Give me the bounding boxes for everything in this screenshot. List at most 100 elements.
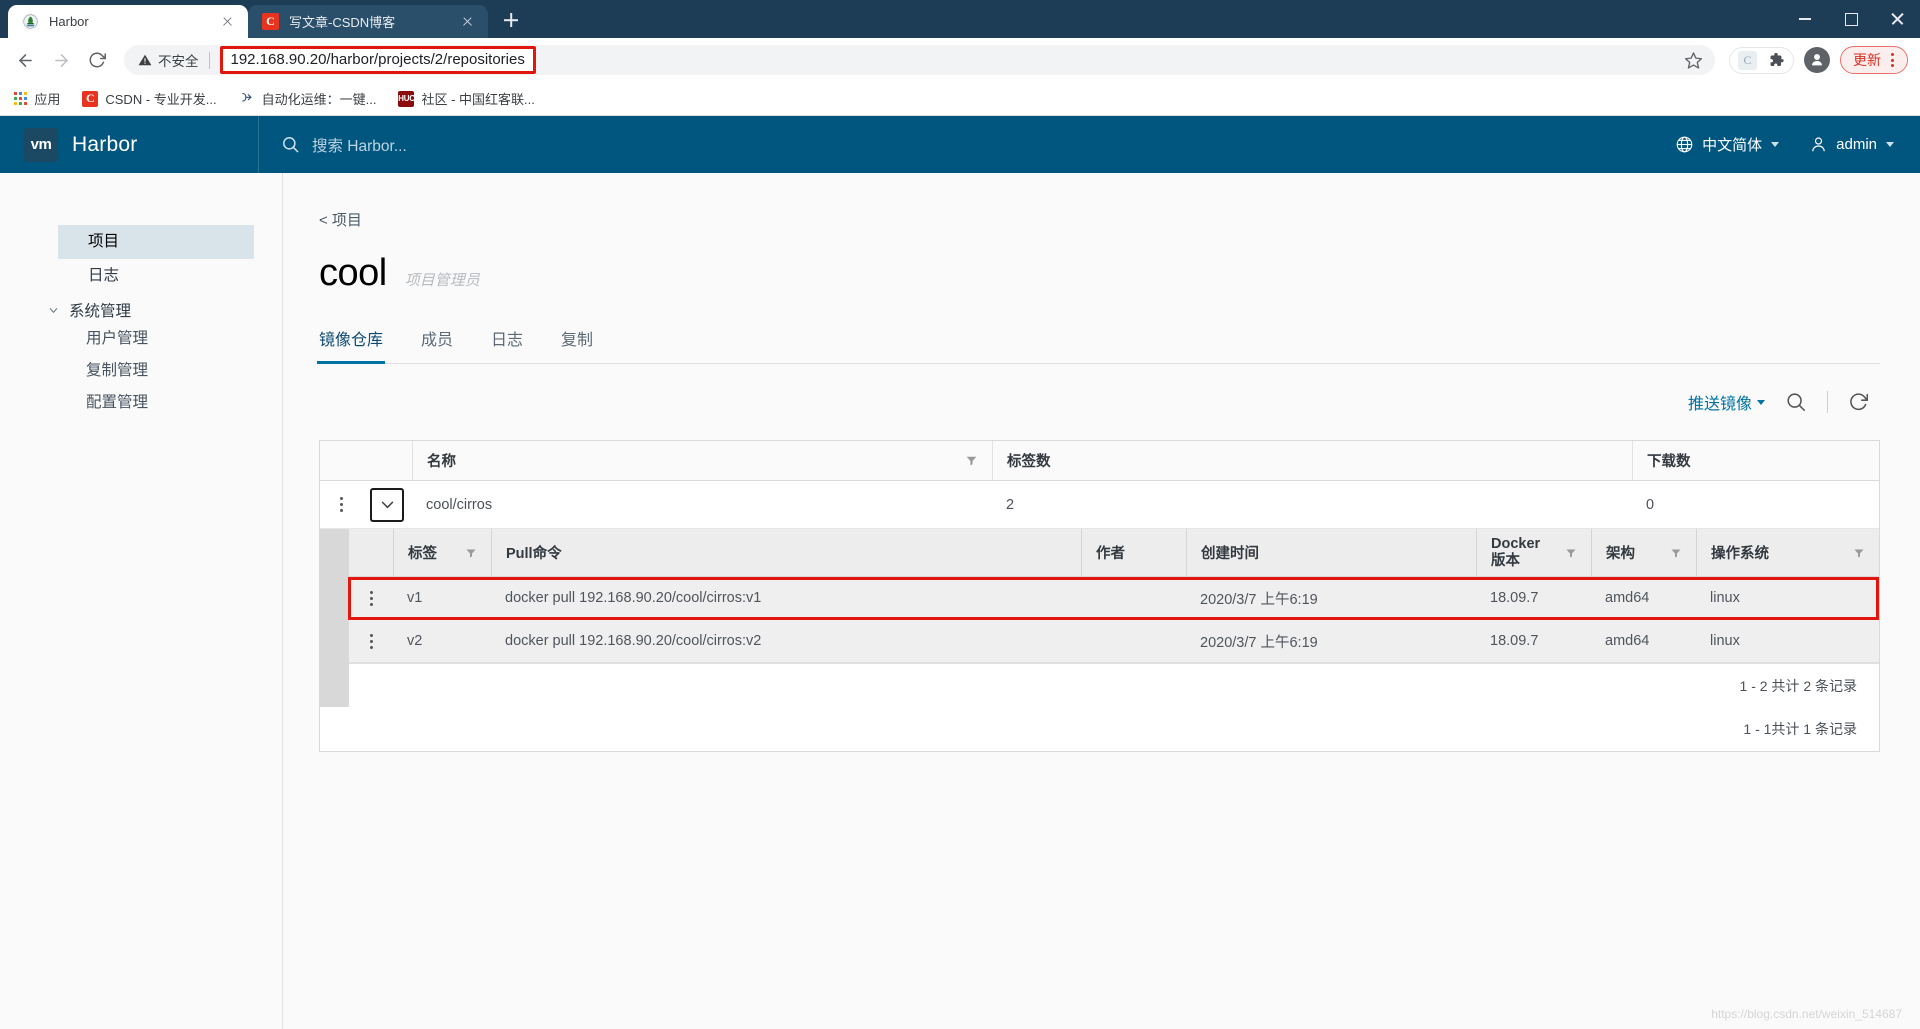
minimize-icon[interactable] [1782,0,1828,38]
cell-downloads: 0 [1646,496,1655,513]
column-header-architecture[interactable]: 架构 [1591,529,1696,576]
refresh-icon[interactable] [1848,391,1870,413]
filter-icon[interactable] [465,547,477,559]
column-header-os[interactable]: 操作系统 [1696,529,1879,576]
bookmark-csdn[interactable]: C CSDN - 专业开发... [82,89,217,108]
warning-triangle-icon [138,53,152,67]
close-icon[interactable] [459,13,476,30]
column-header-downloads[interactable]: 下载数 [1632,441,1879,480]
star-icon[interactable] [1684,51,1703,70]
chevron-down-icon [48,305,59,316]
tag-table-gutter [320,529,348,707]
bookmark-huc[interactable]: HUC 社区 - 中国红客联... [398,89,535,108]
sidebar-item-replication[interactable]: 复制管理 [0,353,282,385]
update-button[interactable]: 更新 [1840,46,1908,74]
cell-pull-command[interactable]: docker pull 192.168.90.20/cool/cirros:v1 [491,577,1081,619]
new-tab-button[interactable] [496,5,526,35]
sidebar-item-users[interactable]: 用户管理 [0,321,282,353]
row-actions-button[interactable] [320,481,362,528]
apps-grid-icon [14,91,28,106]
row-actions-button[interactable] [349,577,393,619]
tab-strip: Harbor C 写文章-CSDN博客 [0,0,526,38]
row-actions-header [320,441,362,480]
row-actions-button[interactable] [349,620,393,662]
back-arrow-icon[interactable] [8,43,42,77]
column-header-author[interactable]: 作者 [1081,529,1186,576]
cell-pull-command[interactable]: docker pull 192.168.90.20/cool/cirros:v2 [491,620,1081,662]
column-label-line1: Docker [1491,535,1541,552]
language-selector[interactable]: 中文简体 [1675,134,1780,155]
csdn-favicon-icon: C [262,13,279,30]
column-header-docker-version[interactable]: Docker 版本 [1476,529,1591,576]
sidebar-item-logs[interactable]: 日志 [58,259,254,293]
repository-table: 名称 标签数 下载数 cool/cirros 2 0 标签 Pull命令 作者 … [319,440,1880,752]
cell-tag-count: 2 [1006,496,1015,513]
sidebar-item-projects[interactable]: 项目 [58,225,254,259]
close-icon[interactable] [219,13,236,30]
chevron-down-icon [1757,399,1765,405]
search-input[interactable]: 搜索 Harbor... [312,134,407,156]
column-header-pull-command[interactable]: Pull命令 [491,529,1081,576]
search-icon[interactable] [1785,391,1807,413]
column-header-tag-count[interactable]: 标签数 [992,441,1632,480]
filter-icon[interactable] [1670,547,1682,559]
tab-title: Harbor [49,14,89,29]
browser-tab-csdn[interactable]: C 写文章-CSDN博客 [248,5,488,38]
breadcrumb[interactable]: < 项目 [319,209,1880,230]
table-row[interactable]: v2 docker pull 192.168.90.20/cool/cirros… [349,620,1879,663]
tab-repositories[interactable]: 镜像仓库 [316,326,386,364]
user-menu[interactable]: admin [1809,135,1894,154]
filter-icon[interactable] [965,454,978,467]
tab-logs[interactable]: 日志 [491,326,523,363]
security-indicator[interactable]: 不安全 [138,50,199,70]
puzzle-icon[interactable] [1767,51,1785,69]
harbor-search[interactable]: 搜索 Harbor... [258,116,1675,173]
kebab-menu-icon[interactable] [1883,53,1901,67]
harbor-brand[interactable]: vm Harbor [0,127,258,162]
sidebar-group-label: 系统管理 [69,303,132,320]
maximize-icon[interactable] [1828,0,1874,38]
bookmark-automation[interactable]: 自动化运维：一键... [239,89,377,108]
filter-icon[interactable] [1565,547,1577,559]
bookmark-apps[interactable]: 应用 [14,89,60,108]
column-header-created[interactable]: 创建时间 [1186,529,1476,576]
table-row[interactable]: cool/cirros 2 0 [320,481,1879,529]
bookmark-label: 自动化运维：一键... [261,92,377,107]
column-header-name[interactable]: 名称 [412,441,992,480]
window-close-icon[interactable] [1874,0,1920,38]
sidebar: 项目 日志 系统管理 用户管理 复制管理 配置管理 [0,173,283,1029]
browser-tab-harbor[interactable]: Harbor [8,5,248,38]
table-row[interactable]: v1 docker pull 192.168.90.20/cool/cirros… [349,577,1879,620]
cell-author [1081,620,1186,662]
column-label-line2: 版本 [1491,552,1520,569]
column-header-tag[interactable]: 标签 [393,529,491,576]
cell-created: 2020/3/7 上午6:19 [1200,591,1318,608]
kebab-menu-icon [369,590,373,606]
expand-row-button[interactable] [362,481,412,528]
forward-arrow-icon[interactable] [44,43,78,77]
csdn-icon: C [82,90,99,107]
filter-icon[interactable] [1853,547,1865,559]
cell-created: 2020/3/7 上午6:19 [1200,634,1318,651]
tab-replication[interactable]: 复制 [561,326,593,363]
column-label: 标签 [408,546,437,562]
watermark: https://blog.csdn.net/weixin_514687 [1711,1007,1902,1021]
chevron-down-icon [1886,142,1894,147]
profile-icon[interactable] [1804,47,1830,73]
cell-os: linux [1710,633,1740,649]
cell-repository-name[interactable]: cool/cirros [412,481,992,528]
sidebar-group-administration[interactable]: 系统管理 [48,299,282,321]
push-image-button[interactable]: 推送镜像 [1688,390,1765,414]
csdn-extension-icon[interactable]: C [1738,50,1757,70]
cell-docker-version: 18.09.7 [1490,633,1539,649]
reload-icon[interactable] [80,43,114,77]
tab-members[interactable]: 成员 [421,326,453,363]
sidebar-item-configuration[interactable]: 配置管理 [0,385,282,417]
omnibox[interactable]: 不安全 192.168.90.20/harbor/projects/2/repo… [124,45,1715,75]
cell-tag: v2 [407,633,423,649]
page-title: cool [319,252,387,294]
tag-actions-header [349,529,393,576]
browser-toolbar: 不安全 192.168.90.20/harbor/projects/2/repo… [0,38,1920,82]
url-text[interactable]: 192.168.90.20/harbor/projects/2/reposito… [219,46,536,74]
bookmark-label: CSDN - 专业开发... [105,92,217,107]
